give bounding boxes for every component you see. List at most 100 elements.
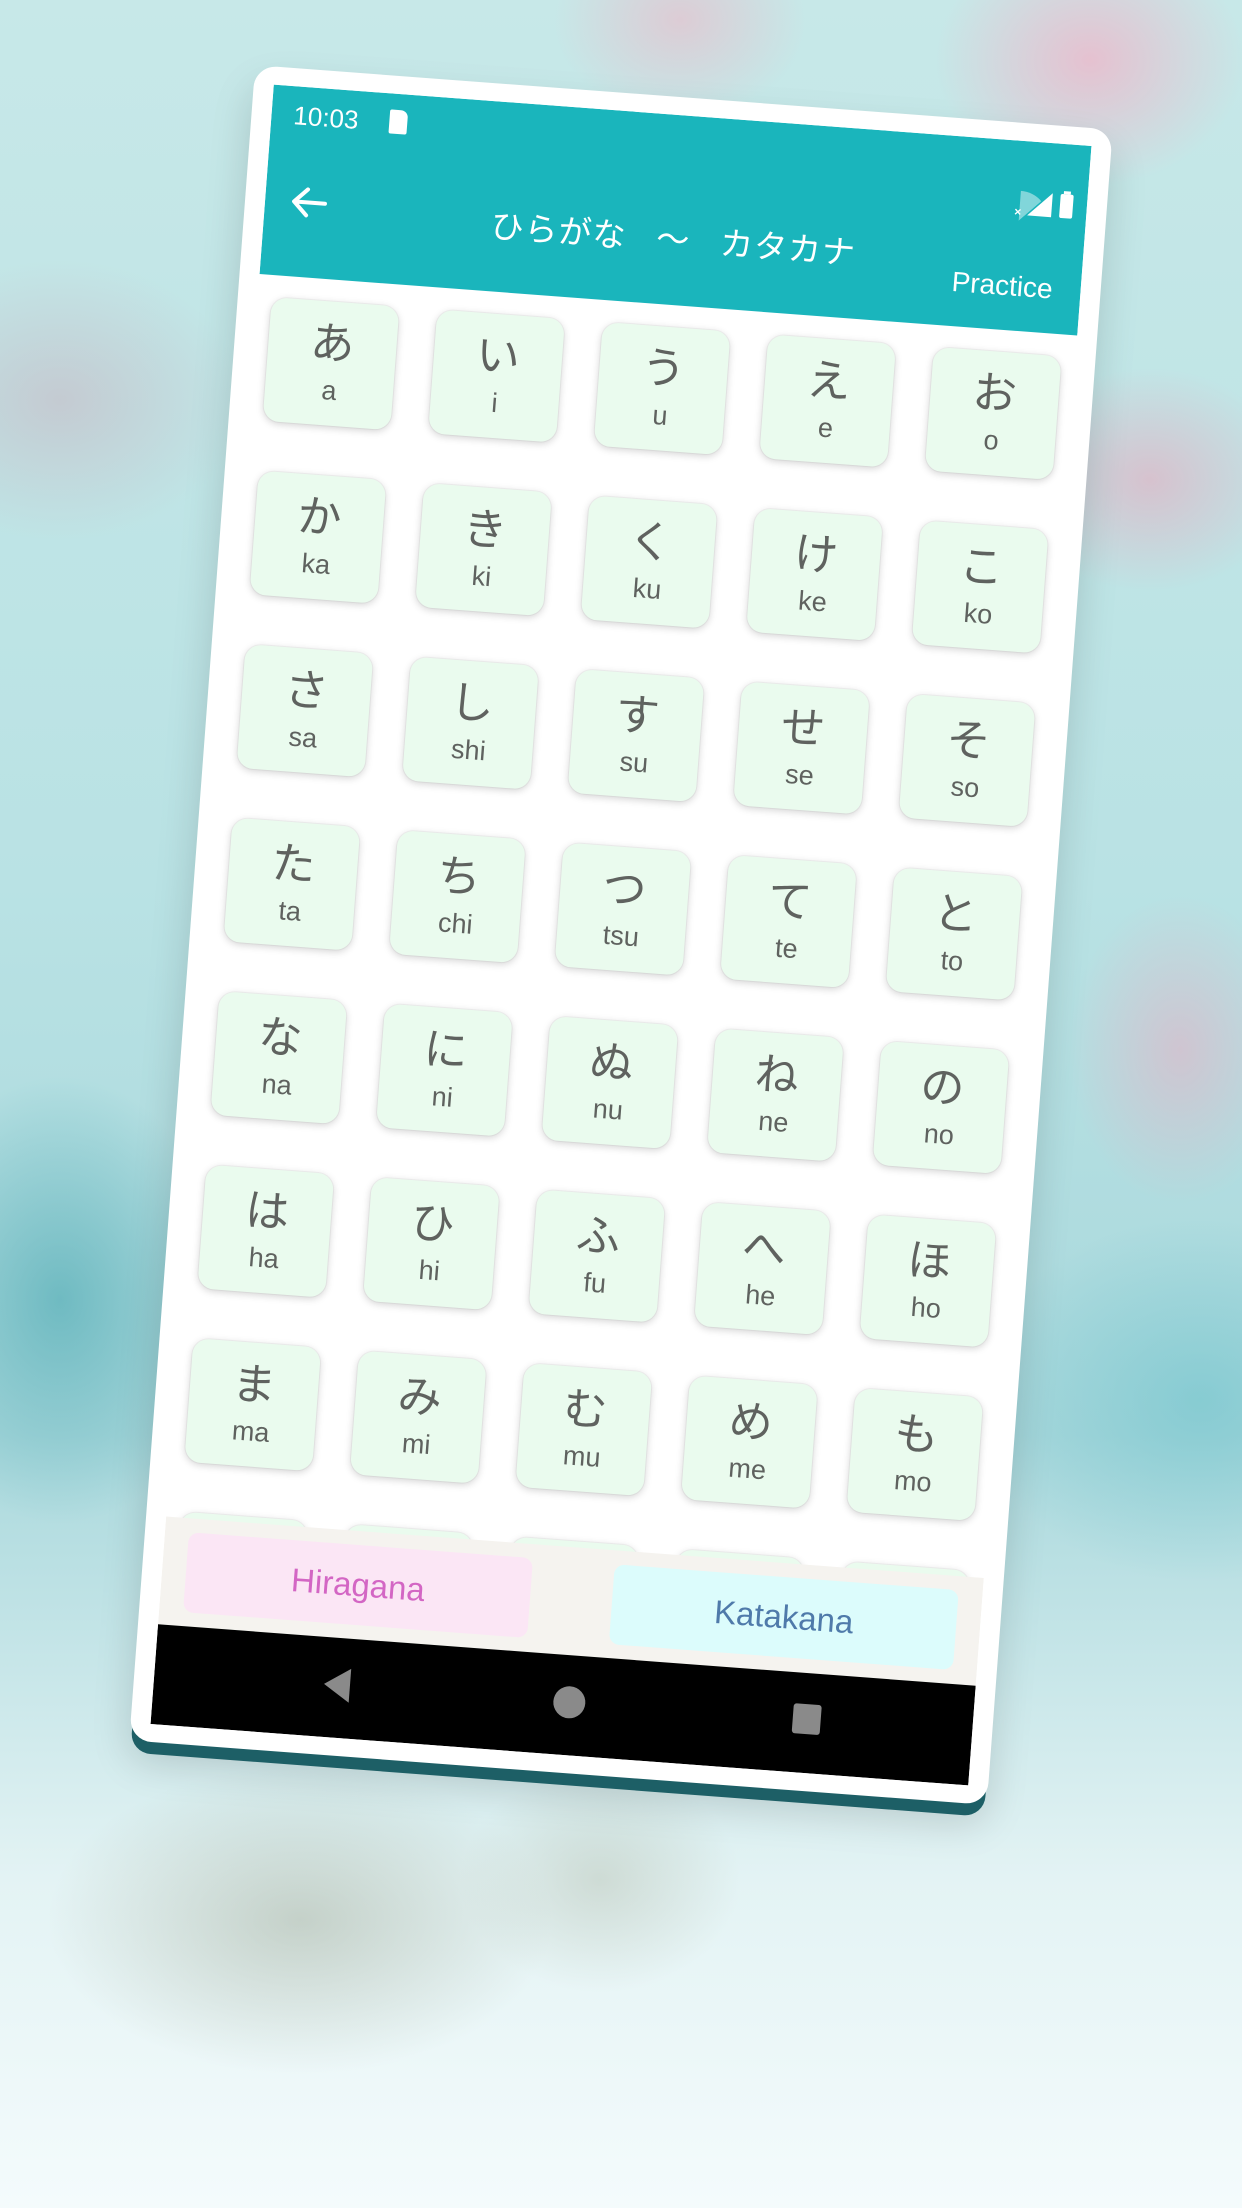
kana-character: く bbox=[626, 515, 675, 570]
kana-cell[interactable]: は ha bbox=[197, 1164, 335, 1298]
romaji-label: no bbox=[922, 1118, 956, 1151]
kana-cell[interactable]: な na bbox=[210, 991, 348, 1125]
romaji-label: mi bbox=[400, 1427, 432, 1460]
title-separator: 〜 bbox=[654, 219, 692, 260]
app-bar: 10:03 × ひらがな〜カタカナ Practice bbox=[259, 84, 1092, 336]
kana-cell[interactable]: つ tsu bbox=[554, 842, 692, 976]
kana-grid: あ a い i う u え e お o か ka き ki く ku け ke こ ko さ sa し shi す su せ se そ s… bbox=[171, 297, 1062, 1695]
kana-character: き bbox=[461, 503, 509, 558]
romaji-label: sa bbox=[287, 721, 319, 754]
title-katakana: カタカナ bbox=[718, 224, 858, 272]
kana-cell[interactable]: め me bbox=[680, 1375, 818, 1509]
romaji-label: i bbox=[490, 387, 499, 418]
romaji-label: nu bbox=[591, 1093, 625, 1126]
romaji-label: ni bbox=[430, 1081, 454, 1113]
kana-character: み bbox=[395, 1370, 444, 1426]
kana-character: ね bbox=[753, 1048, 801, 1103]
kana-cell[interactable]: ほ ho bbox=[859, 1214, 997, 1348]
kana-cell[interactable]: か ka bbox=[249, 470, 387, 604]
kana-cell[interactable]: ち chi bbox=[388, 830, 526, 964]
romaji-label: to bbox=[939, 944, 965, 977]
romaji-label: o bbox=[982, 424, 1000, 456]
kana-character: と bbox=[931, 887, 980, 942]
romaji-label: me bbox=[727, 1452, 768, 1486]
battery-icon bbox=[1059, 193, 1074, 219]
romaji-label: u bbox=[651, 399, 669, 431]
kana-cell[interactable]: ね ne bbox=[706, 1028, 844, 1162]
kana-cell[interactable]: ま ma bbox=[184, 1338, 322, 1472]
status-time: 10:03 bbox=[292, 100, 360, 135]
kana-cell[interactable]: せ se bbox=[733, 681, 870, 815]
kana-cell[interactable]: ひ hi bbox=[362, 1177, 500, 1311]
kana-character: お bbox=[970, 367, 1019, 422]
romaji-label: a bbox=[320, 374, 338, 406]
kana-character: う bbox=[639, 342, 688, 397]
kana-character: そ bbox=[944, 714, 993, 769]
romaji-label: ma bbox=[230, 1414, 271, 1448]
kana-cell[interactable]: け ke bbox=[746, 507, 884, 642]
kana-cell[interactable]: おo bbox=[924, 346, 1062, 481]
kana-character: て bbox=[766, 875, 814, 930]
kana-character: は bbox=[243, 1184, 292, 1240]
kana-character: な bbox=[256, 1011, 305, 1066]
romaji-label: tsu bbox=[601, 919, 641, 952]
kana-cell[interactable]: た ta bbox=[223, 817, 361, 951]
kana-cell[interactable]: ぬ nu bbox=[541, 1015, 679, 1150]
kana-character: た bbox=[269, 837, 318, 893]
sd-card-icon bbox=[388, 109, 409, 135]
kana-cell[interactable]: うu bbox=[593, 321, 731, 456]
kana-character: ほ bbox=[905, 1234, 954, 1289]
romaji-label: ku bbox=[631, 572, 663, 605]
romaji-label: ha bbox=[247, 1241, 280, 1274]
kana-cell[interactable]: も mo bbox=[846, 1387, 984, 1522]
romaji-label: so bbox=[949, 771, 981, 804]
kana-cell[interactable]: て te bbox=[720, 854, 857, 989]
romaji-label: mo bbox=[893, 1464, 933, 1498]
romaji-label: chi bbox=[437, 906, 474, 940]
kana-character: か bbox=[295, 490, 344, 546]
kana-character: せ bbox=[779, 701, 827, 756]
romaji-label: ho bbox=[909, 1291, 943, 1324]
romaji-label: shi bbox=[450, 733, 487, 766]
kana-cell[interactable]: へ he bbox=[693, 1201, 831, 1336]
kana-cell[interactable]: あa bbox=[262, 297, 400, 431]
kana-character: ま bbox=[230, 1358, 279, 1413]
kana-cell[interactable]: く ku bbox=[580, 495, 718, 629]
kana-cell[interactable]: さ sa bbox=[236, 644, 374, 778]
romaji-label: ke bbox=[797, 585, 828, 618]
romaji-label: e bbox=[817, 412, 835, 444]
kana-cell[interactable]: す su bbox=[567, 668, 705, 803]
app-screen: 10:03 × ひらがな〜カタカナ Practice あ a い i う u え e お o か ka… bbox=[150, 84, 1092, 1786]
kana-character: ふ bbox=[574, 1209, 623, 1265]
kana-character: の bbox=[918, 1061, 967, 1116]
kana-cell[interactable]: む mu bbox=[515, 1362, 653, 1497]
romaji-label: fu bbox=[582, 1266, 608, 1299]
practice-button[interactable]: Practice bbox=[951, 266, 1054, 305]
kana-cell[interactable]: き ki bbox=[415, 482, 552, 617]
kana-cell[interactable]: ふ fu bbox=[528, 1189, 666, 1323]
kana-cell[interactable]: そ so bbox=[898, 693, 1036, 828]
kana-character: ぬ bbox=[587, 1036, 636, 1091]
kana-cell[interactable]: み mi bbox=[349, 1350, 487, 1484]
kana-character: い bbox=[474, 329, 522, 385]
kana-cell[interactable]: し shi bbox=[401, 656, 539, 790]
kana-cell[interactable]: いi bbox=[428, 309, 566, 443]
nav-back-icon[interactable] bbox=[322, 1666, 352, 1703]
kana-cell[interactable]: に ni bbox=[375, 1003, 513, 1137]
kana-cell[interactable]: の no bbox=[872, 1040, 1010, 1175]
katakana-button[interactable]: Katakana bbox=[608, 1564, 959, 1670]
nav-home-icon[interactable] bbox=[552, 1685, 587, 1720]
kana-character: も bbox=[892, 1408, 941, 1463]
nav-recents-icon[interactable] bbox=[791, 1703, 822, 1736]
hiragana-button[interactable]: Hiragana bbox=[183, 1532, 534, 1638]
kana-cell[interactable]: と to bbox=[885, 867, 1023, 1001]
romaji-label: ta bbox=[277, 894, 303, 927]
romaji-label: he bbox=[744, 1279, 777, 1312]
kana-cell[interactable]: えe bbox=[759, 334, 897, 468]
kana-character: け bbox=[792, 528, 840, 583]
status-icons: × bbox=[989, 189, 1074, 219]
kana-cell[interactable]: こ ko bbox=[911, 520, 1049, 654]
romaji-label: te bbox=[774, 932, 799, 964]
kana-character: む bbox=[561, 1383, 610, 1438]
kana-character: め bbox=[726, 1395, 775, 1450]
